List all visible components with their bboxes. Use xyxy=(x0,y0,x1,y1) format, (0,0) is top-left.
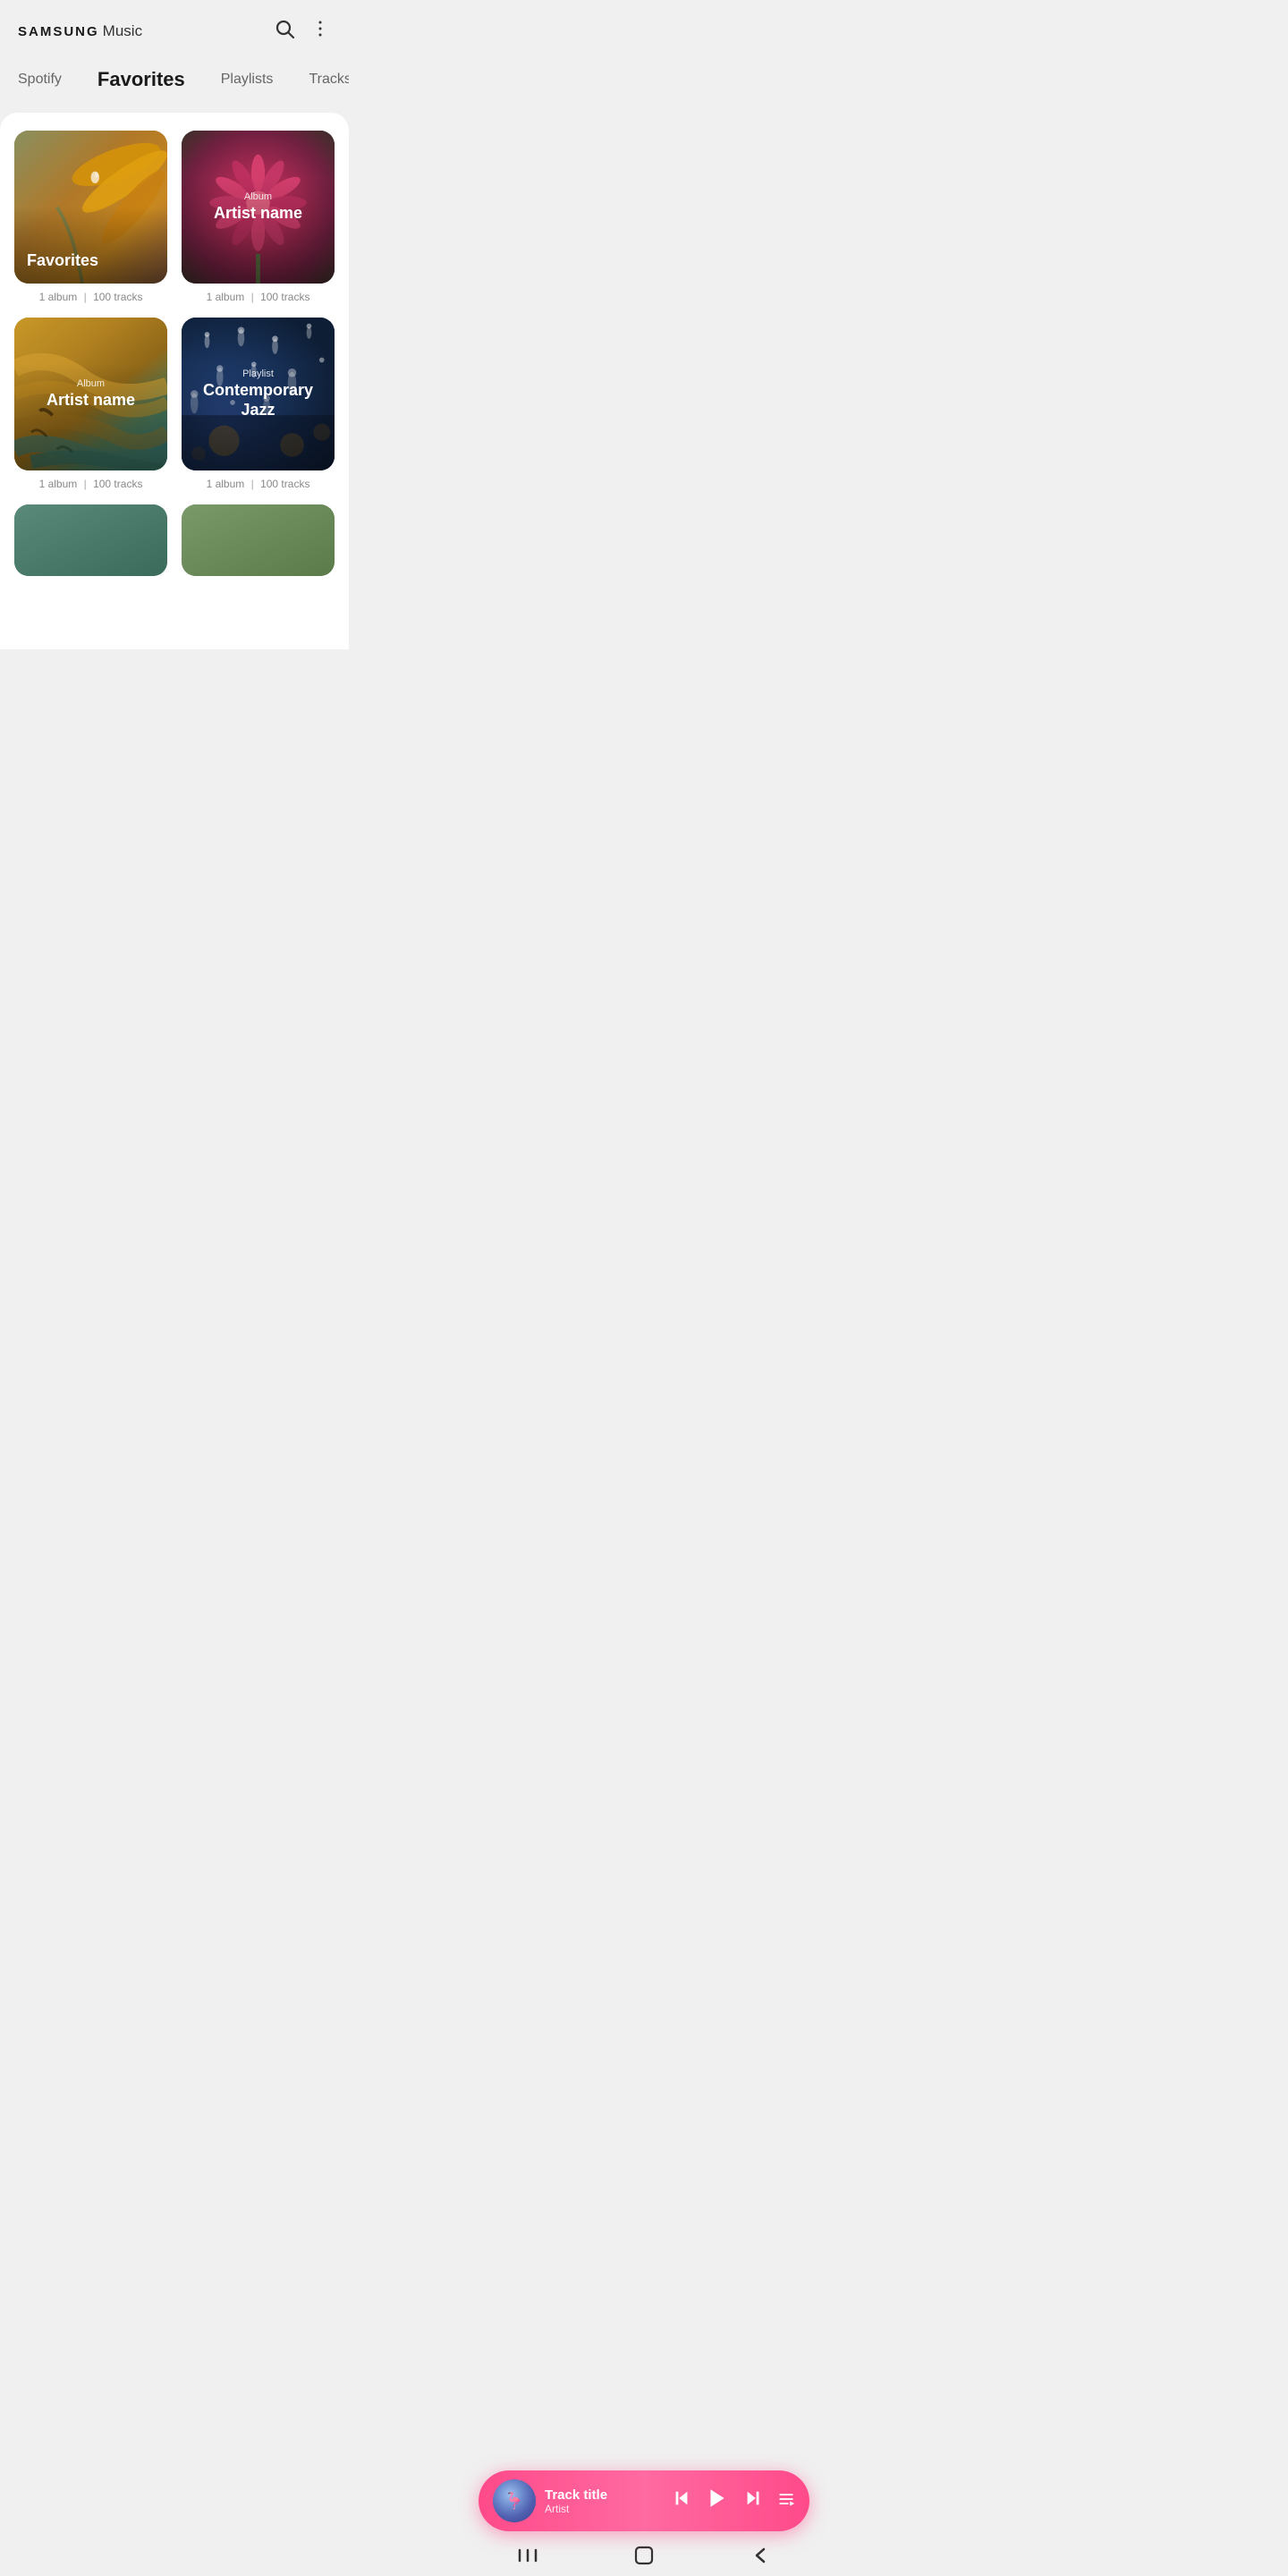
play-button[interactable] xyxy=(706,2487,729,2516)
jazz-info: 1 album | 100 tracks xyxy=(207,478,310,490)
tab-playlists[interactable]: Playlists xyxy=(203,64,292,95)
queue-button[interactable] xyxy=(777,2490,795,2512)
brand-name: SAMSUNG xyxy=(18,24,99,39)
tab-tracks[interactable]: Tracks xyxy=(291,64,349,95)
now-playing-bar[interactable]: 🦩 Track title Artist xyxy=(479,2470,809,2531)
album-artist-card-1[interactable]: Album Artist name 1 album | 100 tracks xyxy=(182,131,335,303)
more-options-icon[interactable] xyxy=(309,18,331,45)
album-subtitle-1: Album xyxy=(244,191,272,202)
jazz-overlay: Playlist Contemporary Jazz xyxy=(182,318,335,470)
album-artist-2-overlay: Album Artist name xyxy=(14,318,167,470)
rain-image: Playlist Contemporary Jazz xyxy=(182,318,335,470)
album-artist-1-overlay: Album Artist name xyxy=(182,131,335,284)
tab-favorites[interactable]: Favorites xyxy=(80,61,203,98)
prev-button[interactable] xyxy=(672,2488,691,2513)
bottom-nav xyxy=(470,2531,818,2576)
next-button[interactable] xyxy=(743,2488,763,2513)
album-subtitle-2: Album xyxy=(77,378,105,389)
painting-image: Album Artist name xyxy=(14,318,167,470)
now-playing-title: Track title xyxy=(545,2487,663,2503)
jazz-subtitle: Playlist xyxy=(242,369,274,379)
tab-spotify[interactable]: Spotify xyxy=(0,64,80,95)
header-actions xyxy=(274,18,331,45)
album-title-1: Artist name xyxy=(214,204,302,224)
main-content: Favorites 1 album | 100 tracks xyxy=(0,113,349,649)
favorites-overlay: Favorites xyxy=(14,131,167,284)
search-icon[interactable] xyxy=(274,18,295,45)
album-artist-2-info: 1 album | 100 tracks xyxy=(39,478,143,490)
now-playing-artist: Artist xyxy=(545,2503,663,2515)
home-button[interactable] xyxy=(617,2542,671,2569)
back-button[interactable] xyxy=(733,2542,787,2569)
playback-controls xyxy=(672,2487,795,2516)
track-thumbnail: 🦩 xyxy=(493,2479,536,2522)
product-name: Music xyxy=(103,22,142,40)
partial-card-1[interactable] xyxy=(14,504,167,576)
album-artist-card-2[interactable]: Album Artist name 1 album | 100 tracks xyxy=(14,318,167,490)
album-artist-1-info: 1 album | 100 tracks xyxy=(207,291,310,303)
partial-card-2[interactable] xyxy=(182,504,335,576)
favorites-card[interactable]: Favorites 1 album | 100 tracks xyxy=(14,131,167,303)
tab-bar: Spotify Favorites Playlists Tracks xyxy=(0,54,349,113)
now-playing-info: Track title Artist xyxy=(545,2487,663,2515)
app-logo: SAMSUNG Music xyxy=(18,22,142,40)
favorites-title: Favorites xyxy=(27,251,155,271)
pink-flower-image: Album Artist name xyxy=(182,131,335,284)
track-art-icon: 🦩 xyxy=(504,2492,524,2511)
partial-card-row xyxy=(14,504,335,576)
jazz-title: Contemporary Jazz xyxy=(194,381,322,419)
favorites-info: 1 album | 100 tracks xyxy=(39,291,143,303)
playlist-jazz-card[interactable]: Playlist Contemporary Jazz 1 album | 100… xyxy=(182,318,335,490)
recent-apps-button[interactable] xyxy=(501,2542,555,2569)
app-header: SAMSUNG Music xyxy=(0,0,349,54)
favorites-card-image: Favorites xyxy=(14,131,167,284)
album-title-2: Artist name xyxy=(47,391,135,411)
card-grid: Favorites 1 album | 100 tracks xyxy=(14,131,335,490)
